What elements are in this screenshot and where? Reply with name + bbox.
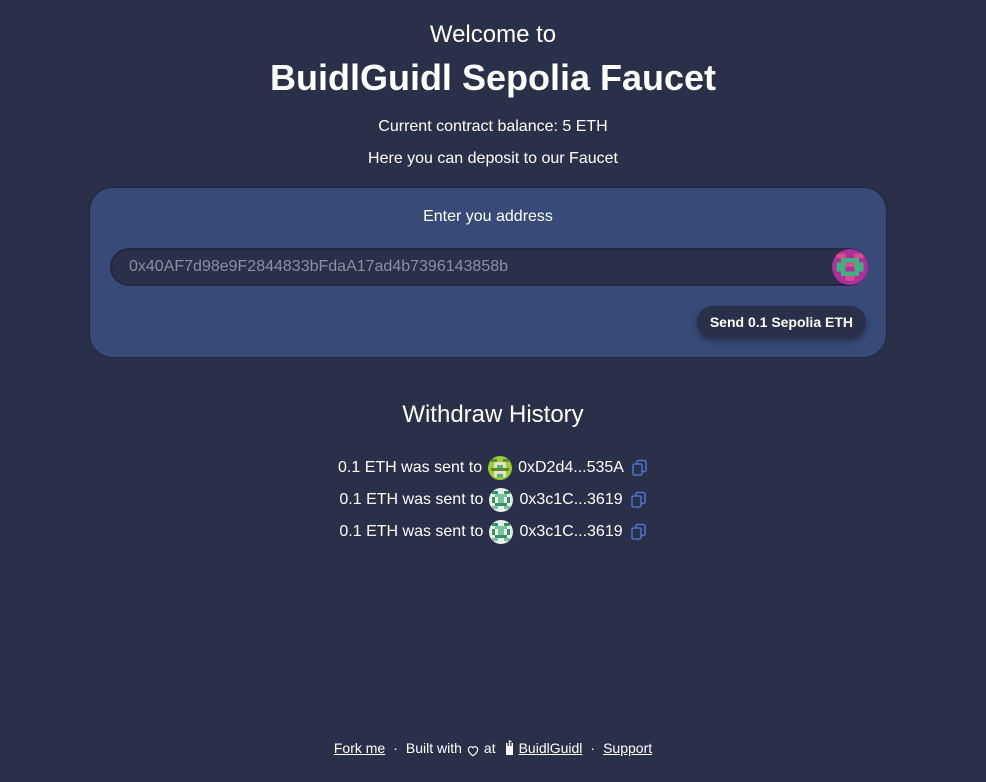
address-input[interactable]: [112, 250, 830, 284]
at-text: at: [483, 740, 496, 756]
copy-icon[interactable]: [630, 523, 647, 541]
address-input-wrapper: [110, 248, 868, 286]
footer-separator: ·: [590, 740, 596, 756]
blockie-avatar-icon: [489, 520, 514, 544]
contract-balance: Current contract balance: 5 ETH: [378, 118, 608, 135]
history-row: 0.1 ETH was sent to 0xD2d4...535A: [0, 452, 986, 484]
history-row-text: 0.1 ETH was sent to: [338, 459, 483, 476]
blockie-avatar-icon: [832, 249, 868, 285]
footer: Fork me · Built with at BuidlGuidl · Sup…: [0, 738, 986, 758]
address-label: Enter you address: [423, 208, 553, 225]
history-row-address: 0x3c1C...3619: [519, 523, 623, 540]
history-row-address: 0xD2d4...535A: [518, 459, 624, 476]
support-link[interactable]: Support: [603, 738, 652, 758]
copy-icon[interactable]: [632, 459, 648, 477]
heart-icon: [466, 742, 480, 756]
history-row-address: 0x3c1C...3619: [519, 491, 623, 508]
blockie-avatar-icon: [488, 456, 513, 480]
history-row: 0.1 ETH was sent to 0x3c1C...3619: [0, 516, 986, 548]
footer-separator: ·: [393, 740, 398, 756]
history-row: 0.1 ETH was sent to 0x3c1C...3619: [0, 484, 986, 516]
withdraw-history-title: Withdraw History: [402, 401, 584, 428]
history-row-text: 0.1 ETH was sent to: [339, 491, 484, 508]
faucet-card: Enter you address Send 0.1 Sepolia ETH: [89, 187, 887, 358]
withdraw-history-list: 0.1 ETH was sent to 0xD2d4...535A 0.1 ET…: [0, 452, 986, 548]
welcome-text: Welcome to: [429, 21, 557, 48]
built-with-text: Built with: [405, 740, 462, 756]
castle-icon: [502, 740, 516, 756]
page-title: BuidlGuidl Sepolia Faucet: [269, 57, 717, 98]
blockie-avatar-icon: [489, 488, 514, 512]
deposit-text: Here you can deposit to our Faucet: [368, 150, 618, 167]
fork-me-link[interactable]: Fork me: [334, 738, 385, 758]
copy-icon[interactable]: [630, 491, 647, 509]
send-eth-button[interactable]: Send 0.1 Sepolia ETH: [696, 306, 866, 338]
history-row-text: 0.1 ETH was sent to: [339, 523, 484, 540]
buidlguidl-link[interactable]: BuidlGuidl: [519, 738, 583, 758]
